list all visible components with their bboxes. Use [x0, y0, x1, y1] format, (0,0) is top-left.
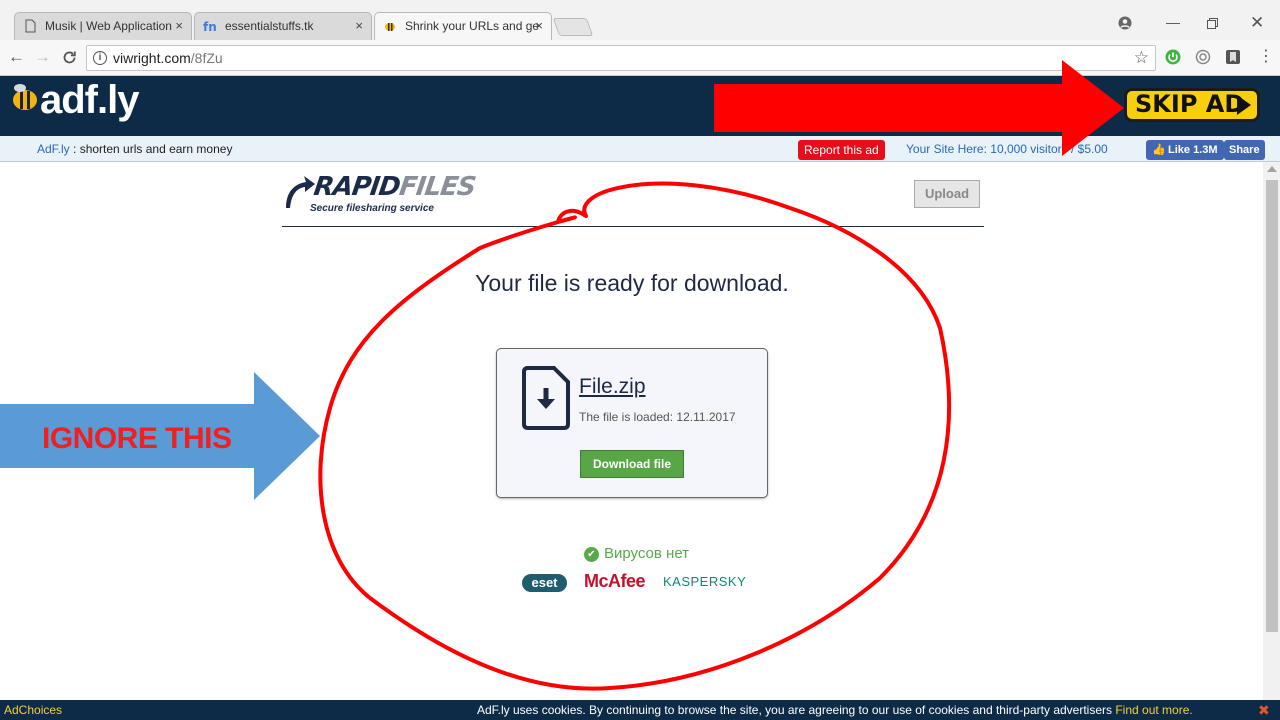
url-text: viwright.com/8fZu [113, 50, 223, 66]
scrollbar-thumb[interactable] [1266, 180, 1278, 632]
close-window-icon[interactable]: ✕ [1250, 13, 1264, 33]
find-out-more-link[interactable]: Find out more. [1115, 703, 1192, 717]
tab-label: Musik | Web Application [45, 19, 172, 33]
tab-adfly[interactable]: Shrink your URLs and ge × [374, 12, 552, 40]
profile-icon[interactable] [1118, 16, 1132, 30]
tab-essentialstuffs[interactable]: fn essentialstuffs.tk × [194, 12, 372, 40]
close-cookie-icon[interactable]: ✖ [1258, 700, 1270, 720]
adfly-tagline: AdF.ly : shorten urls and earn money [37, 136, 232, 162]
info-icon[interactable]: i [93, 51, 107, 65]
facebook-share-button[interactable]: Share [1224, 140, 1265, 160]
bookmark-star-icon[interactable]: ☆ [1134, 48, 1149, 68]
adfly-header [0, 76, 1280, 136]
bee-icon [385, 23, 395, 31]
new-tab-button[interactable] [552, 18, 594, 36]
fb-like-label: Like 1.3M [1168, 144, 1218, 156]
rapidfiles-logo-rapid: RAPID [311, 172, 402, 202]
circle-extension-icon[interactable] [1195, 49, 1211, 65]
bookmark-extension-icon[interactable] [1225, 49, 1241, 65]
mcafee-logo: McAfee [584, 571, 646, 591]
cookie-text: AdF.ly uses cookies. By continuing to br… [477, 703, 1116, 717]
rapidfiles-tagline: Secure filesharing service [310, 203, 434, 214]
browser-toolbar: ← → i viwright.com/8fZu ☆ ⋮ [0, 40, 1280, 76]
fn-icon: fn [203, 20, 217, 33]
url-host: viwright.com [113, 50, 191, 66]
file-loaded-date: The file is loaded: 12.11.2017 [579, 410, 736, 424]
browser-tabstrip: Musik | Web Application × fn essentialst… [0, 0, 1280, 40]
back-icon[interactable]: ← [8, 48, 25, 66]
tab-label: essentialstuffs.tk [225, 19, 314, 33]
page-icon [25, 19, 36, 33]
close-tab-icon[interactable]: × [175, 13, 183, 39]
thumbs-up-icon: 👍 [1152, 144, 1166, 156]
address-bar[interactable]: i viwright.com/8fZu ☆ [86, 45, 1156, 71]
header-divider [282, 226, 984, 227]
scroll-up-arrow-icon[interactable] [1267, 166, 1277, 172]
adchoices-link[interactable]: AdChoices [4, 700, 62, 720]
eset-logo: eset [522, 574, 567, 592]
download-file-button[interactable]: Download file [580, 450, 684, 478]
play-triangle-icon [1237, 95, 1251, 115]
adfly-logo[interactable]: adf.ly [40, 78, 139, 123]
skip-ad-button[interactable]: SKIP AD [1124, 88, 1260, 122]
facebook-like-button[interactable]: 👍 Like 1.3M [1146, 140, 1224, 160]
file-name-link[interactable]: File.zip [579, 375, 646, 399]
check-circle-icon: ✔ [584, 547, 599, 562]
ready-heading: Your file is ready for download. [475, 270, 789, 296]
skip-ad-label: SKIP AD [1135, 90, 1245, 118]
minimize-icon[interactable]: — [1166, 14, 1180, 30]
ignore-this-annotation: IGNORE THIS [42, 422, 232, 455]
close-tab-icon[interactable]: × [355, 13, 363, 39]
reload-icon[interactable] [62, 50, 77, 65]
rapidfiles-logo-files: FILES [397, 172, 478, 202]
svg-text:fn: fn [203, 20, 217, 33]
your-site-link[interactable]: Your Site Here: 10,000 visitors / $5.00 [906, 136, 1108, 162]
rapidfiles-logo[interactable]: RAPIDFILES [312, 172, 477, 202]
tab-label: Shrink your URLs and ge [405, 19, 540, 33]
upload-button[interactable]: Upload [914, 180, 980, 208]
close-tab-icon[interactable]: × [535, 13, 543, 39]
tab-musik[interactable]: Musik | Web Application × [14, 12, 192, 40]
url-path: /8fZu [190, 50, 223, 66]
power-extension-icon[interactable] [1165, 49, 1181, 65]
restore-icon[interactable] [1207, 18, 1218, 29]
adfly-brand-link[interactable]: AdF.ly [37, 142, 70, 156]
kaspersky-logo: KASPERSKY [663, 574, 747, 589]
forward-icon[interactable]: → [34, 48, 51, 66]
menu-dots-icon[interactable]: ⋮ [1258, 48, 1274, 66]
no-virus-label: Вирусов нет [604, 545, 690, 562]
report-ad-button[interactable]: Report this ad [798, 140, 885, 160]
bee-logo-icon [13, 84, 37, 110]
file-download-icon [522, 366, 570, 430]
no-virus-status: ✔ Вирусов нет [584, 545, 689, 562]
cookie-notice: AdF.ly uses cookies. By continuing to br… [477, 700, 1193, 720]
tagline-text: : shorten urls and earn money [69, 142, 233, 156]
cookie-bar: AdChoices AdF.ly uses cookies. By contin… [0, 700, 1280, 720]
